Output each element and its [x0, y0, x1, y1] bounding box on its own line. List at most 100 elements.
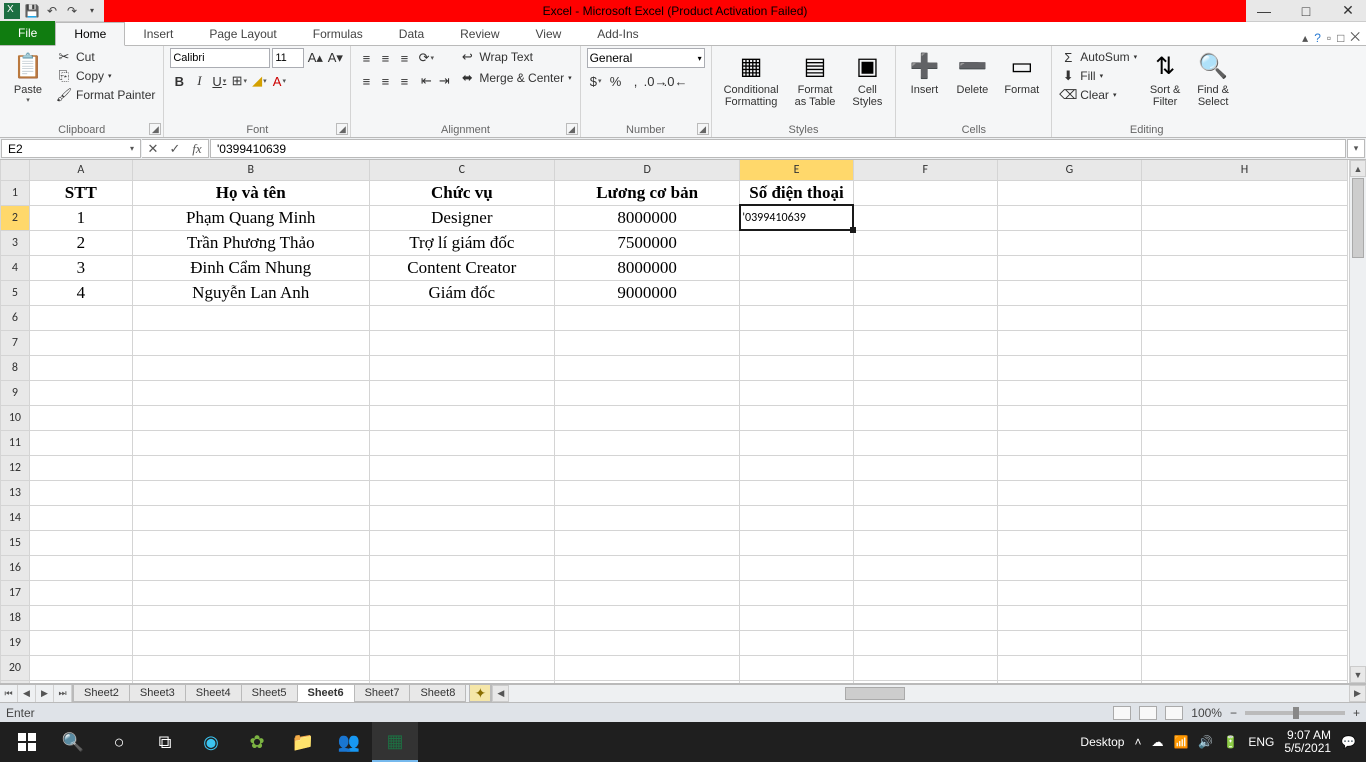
cell[interactable]	[997, 555, 1141, 580]
currency-button[interactable]: $	[587, 71, 605, 91]
row-header[interactable]: 1	[1, 180, 30, 205]
column-header[interactable]: H	[1141, 160, 1347, 180]
cell[interactable]	[369, 380, 554, 405]
wifi-icon[interactable]: 📶	[1173, 735, 1188, 749]
cell[interactable]	[853, 305, 997, 330]
sheet-tab[interactable]: Sheet7	[354, 685, 411, 702]
cell[interactable]	[1141, 455, 1347, 480]
hscroll-thumb[interactable]	[845, 687, 905, 700]
cell[interactable]	[132, 580, 369, 605]
row-header[interactable]: 17	[1, 580, 30, 605]
cell[interactable]	[369, 680, 554, 684]
cell[interactable]	[740, 430, 853, 455]
cell[interactable]	[1141, 230, 1347, 255]
cell[interactable]: '0399410639	[740, 205, 853, 230]
cell[interactable]: 7500000	[555, 230, 740, 255]
cell[interactable]	[997, 380, 1141, 405]
formula-bar[interactable]: '0399410639	[210, 139, 1346, 158]
row-header[interactable]: 5	[1, 280, 30, 305]
cell-styles-button[interactable]: ▣Cell Styles	[845, 48, 889, 110]
cell[interactable]	[853, 405, 997, 430]
cell[interactable]	[555, 330, 740, 355]
sheet-tab[interactable]: Sheet3	[129, 685, 186, 702]
cell[interactable]: 4	[29, 280, 132, 305]
cell[interactable]	[740, 230, 853, 255]
insert-function-icon[interactable]: fx	[186, 140, 208, 157]
worksheet-grid[interactable]: ABCDEFGH1STTHọ và tênChức vụLương cơ bản…	[0, 160, 1366, 684]
cell[interactable]	[555, 505, 740, 530]
cell[interactable]	[29, 530, 132, 555]
cell[interactable]	[740, 330, 853, 355]
enter-edit-icon[interactable]: ✓	[164, 140, 186, 157]
align-bottom-icon[interactable]: ≡	[395, 48, 413, 68]
borders-button[interactable]: ⊞	[230, 71, 248, 91]
cell[interactable]	[132, 455, 369, 480]
cell[interactable]	[132, 430, 369, 455]
cell[interactable]	[740, 605, 853, 630]
cell[interactable]	[1141, 555, 1347, 580]
cell[interactable]	[1141, 280, 1347, 305]
cell[interactable]	[29, 630, 132, 655]
row-header[interactable]: 6	[1, 305, 30, 330]
horizontal-scrollbar[interactable]: ◀ ▶	[491, 685, 1366, 702]
cell[interactable]	[997, 330, 1141, 355]
cell[interactable]	[853, 630, 997, 655]
cell[interactable]	[29, 655, 132, 680]
cell[interactable]	[740, 405, 853, 430]
cell[interactable]: Designer	[369, 205, 554, 230]
align-center-icon[interactable]: ≡	[376, 71, 394, 91]
cortana-icon[interactable]: ○	[96, 722, 142, 762]
row-header[interactable]: 21	[1, 680, 30, 684]
notifications-icon[interactable]: 💬	[1341, 735, 1356, 749]
tab-formulas[interactable]: Formulas	[295, 23, 381, 45]
cell[interactable]	[369, 455, 554, 480]
expand-formula-bar-icon[interactable]: ▾	[1347, 139, 1365, 158]
prev-sheet-icon[interactable]: ◀	[18, 685, 36, 702]
cell[interactable]	[1141, 205, 1347, 230]
cell[interactable]	[997, 580, 1141, 605]
battery-icon[interactable]: 🔋	[1223, 735, 1238, 749]
cell[interactable]: Nguyễn Lan Anh	[132, 280, 369, 305]
paste-button[interactable]: 📋 Paste ▾	[6, 48, 50, 106]
cell[interactable]: Họ và tên	[132, 180, 369, 205]
cell[interactable]	[853, 580, 997, 605]
tab-view[interactable]: View	[518, 23, 580, 45]
cell[interactable]	[1141, 180, 1347, 205]
cell[interactable]	[1141, 255, 1347, 280]
start-button[interactable]	[4, 722, 50, 762]
bold-button[interactable]: B	[170, 71, 188, 91]
cell[interactable]	[369, 430, 554, 455]
cell[interactable]	[132, 305, 369, 330]
teams-icon[interactable]: 👥	[326, 722, 372, 762]
column-header[interactable]: B	[132, 160, 369, 180]
onedrive-icon[interactable]: ☁	[1151, 735, 1163, 749]
cell[interactable]	[29, 580, 132, 605]
task-view-icon[interactable]: ⧉	[142, 722, 188, 762]
row-header[interactable]: 11	[1, 430, 30, 455]
cell[interactable]	[740, 355, 853, 380]
cell[interactable]	[740, 530, 853, 555]
cell[interactable]	[997, 655, 1141, 680]
cell[interactable]	[369, 505, 554, 530]
sheet-tab[interactable]: Sheet6	[297, 685, 355, 702]
cell[interactable]	[740, 555, 853, 580]
cell[interactable]	[853, 330, 997, 355]
decrease-font-icon[interactable]: A▾	[326, 48, 344, 68]
row-header[interactable]: 4	[1, 255, 30, 280]
tab-page-layout[interactable]: Page Layout	[191, 23, 294, 45]
cell[interactable]	[29, 305, 132, 330]
cell[interactable]	[555, 530, 740, 555]
cell[interactable]	[1141, 580, 1347, 605]
cell[interactable]	[853, 430, 997, 455]
cell[interactable]	[29, 330, 132, 355]
cell[interactable]	[853, 380, 997, 405]
cell[interactable]	[555, 480, 740, 505]
cell[interactable]	[369, 480, 554, 505]
cell[interactable]	[1141, 530, 1347, 555]
find-select-button[interactable]: 🔍Find & Select	[1191, 48, 1235, 110]
cell[interactable]	[29, 480, 132, 505]
cell[interactable]	[853, 455, 997, 480]
cell[interactable]	[132, 330, 369, 355]
cell[interactable]	[997, 480, 1141, 505]
cell[interactable]	[1141, 605, 1347, 630]
